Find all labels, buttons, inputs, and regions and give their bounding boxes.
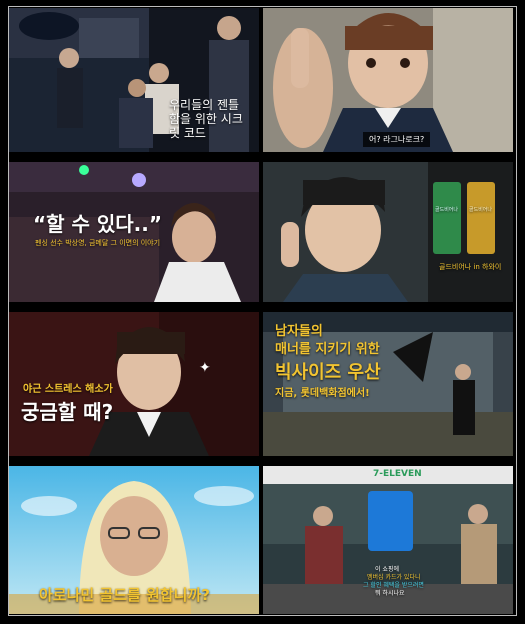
thumbnail-aronamin-gold[interactable]: 아로나민 골드를 원합니까? xyxy=(9,466,259,614)
line2-umbrella: 매너를 지키기 위한 xyxy=(275,342,380,357)
line1-umbrella: 남자들의 xyxy=(275,324,323,339)
thumbnail-gold-beer[interactable]: 골드비어나 골드비어나 골드비어나 in 하와이 xyxy=(263,162,513,302)
can-label-gold: 골드비어나 xyxy=(469,207,493,213)
thumbnail-overtime-stress[interactable]: ✦ 야근 스트레스 해소가 궁금할 때? xyxy=(9,312,259,456)
product-name: 골드비어나 in 하와이 xyxy=(439,263,502,271)
subtitle-ragnarok: 어? 라그나로크? xyxy=(363,132,431,147)
thumbnail-secret-code[interactable]: 우리들의 젠틀함을 위한 시크릿 코드 xyxy=(9,8,259,152)
video-thumbnail-grid: 우리들의 젠틀함을 위한 시크릿 코드 어? 라그나로크? “할 수 있다..”… xyxy=(9,8,513,614)
membership-card-icon xyxy=(368,491,413,551)
thumbnail-big-umbrella[interactable]: 남자들의 매너를 지키기 위한 빅사이즈 우산 지금, 롯데백화점에서! xyxy=(263,312,513,456)
gold-can-icon xyxy=(467,182,495,254)
sparkle-icon: ✦ xyxy=(199,360,211,376)
headline-fencing: “할 수 있다..” xyxy=(33,212,163,236)
scene-pointing-student xyxy=(263,8,513,152)
caption-secret-code: 우리들의 젠틀함을 위한 시크릿 코드 xyxy=(169,98,243,140)
sub4-7eleven: 뭐 하시나요 xyxy=(375,590,405,597)
can-label-green: 골드비어나 xyxy=(435,207,459,213)
line1-overtime: 야근 스트레스 해소가 xyxy=(23,384,113,395)
thumbnail-fencing[interactable]: “할 수 있다..” 펜싱 선수 박상영, 금메달 그 이면의 이야기 xyxy=(9,162,259,302)
thumbnail-7eleven[interactable]: 7-ELEVEN 이 쇼핑에 멤버십 카드가 있다니 그 할인 혜택을 받으려면… xyxy=(263,466,513,614)
line3-umbrella: 빅사이즈 우산 xyxy=(275,362,381,383)
green-can-icon xyxy=(433,182,461,254)
line4-umbrella: 지금, 롯데백화점에서! xyxy=(275,388,370,399)
store-sign: 7-ELEVEN xyxy=(373,469,422,479)
line2-overtime: 궁금할 때? xyxy=(21,400,114,424)
thumbnail-ragnarok[interactable]: 어? 라그나로크? xyxy=(263,8,513,152)
tagline-fencing: 펜싱 선수 박상영, 금메달 그 이면의 이야기 xyxy=(35,239,161,247)
headline-aronamin: 아로나민 골드를 원합니까? xyxy=(39,586,210,604)
scene-man-with-cans xyxy=(263,162,513,302)
